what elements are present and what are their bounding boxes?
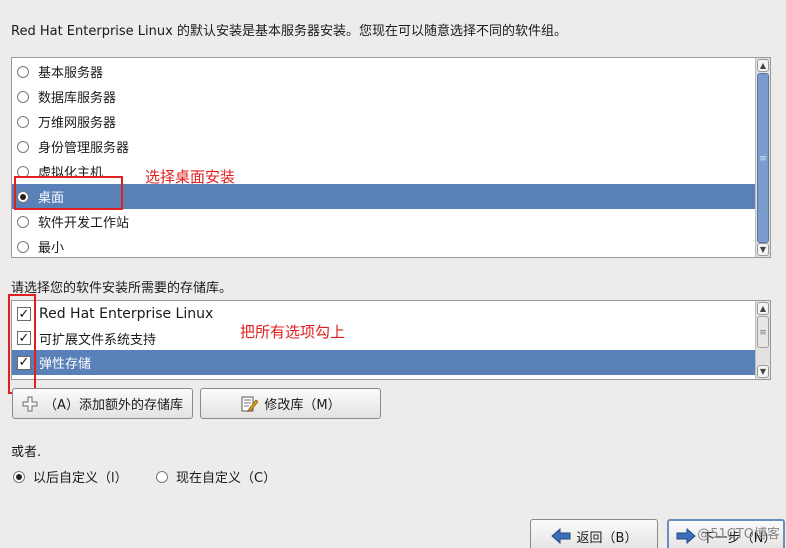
repository-label: 弹性存储 — [39, 357, 92, 372]
scrollbar-thumb[interactable]: ≡ — [757, 73, 769, 243]
software-group-label: 万维网服务器 — [38, 116, 117, 131]
software-group-item[interactable]: 软件开发工作站 — [12, 209, 770, 234]
repository-list[interactable]: ✓ Red Hat Enterprise Linux ✓ 可扩展文件系统支持 ✓… — [11, 300, 771, 380]
radio-icon[interactable] — [17, 240, 29, 253]
software-group-scrollbar[interactable]: ▲ ≡ ▼ — [755, 58, 770, 257]
software-group-label: 身份管理服务器 — [38, 141, 130, 156]
radio-icon[interactable] — [156, 470, 168, 483]
add-repository-label: （A）添加额外的存储库 — [44, 398, 183, 413]
repository-item[interactable]: ✓ 可扩展文件系统支持 — [12, 326, 770, 350]
radio-icon[interactable] — [17, 65, 29, 78]
edit-document-icon — [240, 395, 259, 413]
software-group-item[interactable]: 虚拟化主机 — [12, 159, 770, 184]
software-group-item[interactable]: 万维网服务器 — [12, 109, 770, 134]
repository-item[interactable]: ✓ Red Hat Enterprise Linux — [12, 302, 770, 326]
repository-label: 可扩展文件系统支持 — [39, 332, 157, 348]
customize-later-label: 以后自定义（l） — [33, 471, 128, 486]
intro-text: Red Hat Enterprise Linux 的默认安装是基本服务器安装。您… — [11, 24, 567, 39]
software-group-item[interactable]: 身份管理服务器 — [12, 134, 770, 159]
software-group-label: 基本服务器 — [38, 66, 104, 81]
radio-icon[interactable] — [17, 90, 29, 103]
software-group-item[interactable]: 数据库服务器 — [12, 84, 770, 109]
or-label: 或者. — [11, 445, 42, 460]
repository-scrollbar[interactable]: ▲ ≡ ▼ — [755, 301, 770, 379]
customize-later-option[interactable]: 以后自定义（l） — [13, 467, 128, 486]
radio-selected-icon[interactable] — [13, 470, 25, 483]
software-group-label: 软件开发工作站 — [38, 216, 130, 231]
arrow-right-icon — [676, 528, 696, 544]
annotation-check-all: 把所有选项勾上 — [240, 323, 346, 341]
repository-label: Red Hat Enterprise Linux — [39, 306, 214, 322]
highlight-box-checkboxes — [8, 294, 36, 394]
scrollbar-thumb[interactable]: ≡ — [757, 316, 769, 348]
software-group-item[interactable]: 最小 — [12, 234, 770, 257]
back-label: 返回（B） — [576, 530, 638, 546]
arrow-left-icon — [550, 528, 571, 544]
chevron-down-icon[interactable]: ▼ — [757, 243, 769, 256]
software-group-item-selected[interactable]: 桌面 — [12, 184, 770, 209]
software-group-label: 数据库服务器 — [38, 91, 117, 106]
radio-icon[interactable] — [17, 215, 29, 228]
modify-repository-label: 修改库（M） — [264, 398, 341, 413]
highlight-box-desktop — [14, 176, 123, 210]
chevron-down-icon[interactable]: ▼ — [757, 365, 769, 378]
software-group-list[interactable]: 基本服务器 数据库服务器 万维网服务器 身份管理服务器 虚拟化主机 桌面 软件开… — [11, 57, 771, 258]
customize-now-option[interactable]: 现在自定义（C） — [156, 467, 276, 486]
repository-item-selected[interactable]: ✓ 弹性存储 — [12, 350, 770, 375]
watermark: @51CTO博客 — [697, 527, 780, 542]
radio-icon[interactable] — [17, 140, 29, 153]
annotation-select-desktop: 选择桌面安装 — [145, 168, 236, 186]
back-button[interactable]: 返回（B） — [530, 519, 658, 548]
chevron-up-icon[interactable]: ▲ — [757, 302, 769, 315]
software-group-item[interactable]: 基本服务器 — [12, 59, 770, 84]
modify-repository-button[interactable]: 修改库（M） — [200, 388, 381, 419]
chevron-up-icon[interactable]: ▲ — [757, 59, 769, 72]
radio-icon[interactable] — [17, 115, 29, 128]
customize-now-label: 现在自定义（C） — [176, 471, 277, 486]
software-group-label: 最小 — [38, 241, 65, 256]
add-repository-button[interactable]: （A）添加额外的存储库 — [12, 388, 193, 419]
plus-icon — [22, 396, 38, 412]
repo-prompt: 请选择您的软件安装所需要的存储库。 — [11, 281, 233, 296]
